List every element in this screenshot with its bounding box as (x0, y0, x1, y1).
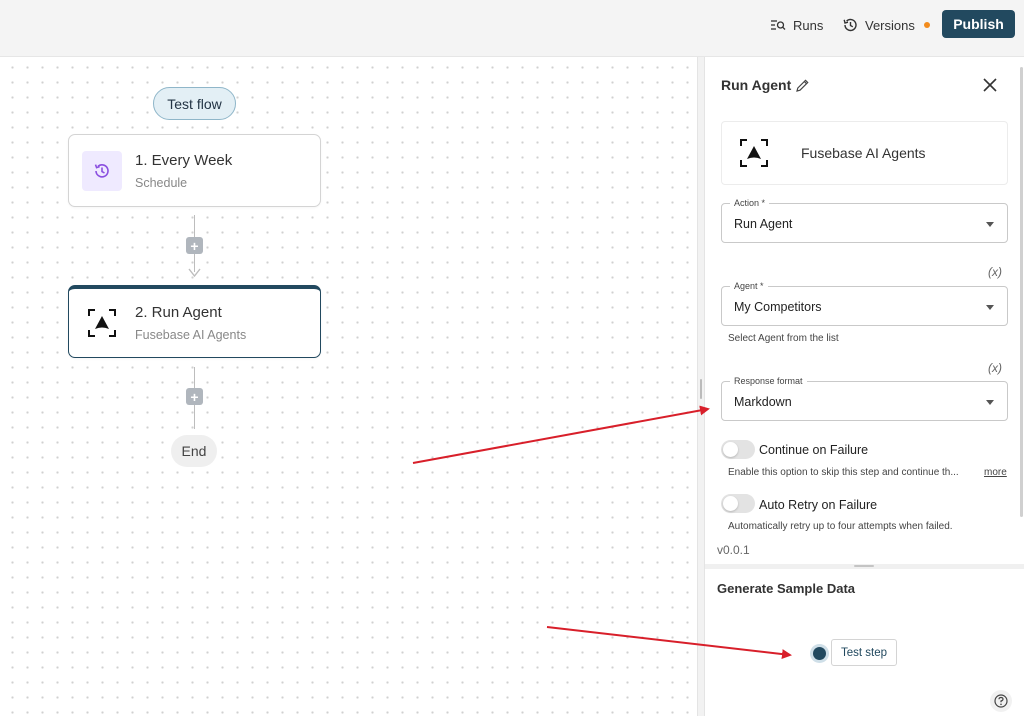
piece-name: Fusebase AI Agents (801, 145, 926, 161)
versions-button[interactable]: Versions (842, 15, 930, 35)
unpublished-changes-dot (923, 22, 930, 28)
step-subtitle: Schedule (135, 175, 188, 190)
test-step-button[interactable]: Test step (831, 639, 897, 666)
step-title: 1. Every Week (135, 151, 233, 169)
sample-data-resize-bar[interactable] (705, 564, 1024, 569)
sample-data-title: Generate Sample Data (717, 581, 856, 596)
chevron-down-icon (986, 305, 994, 310)
connector-line (194, 405, 195, 429)
runs-button[interactable]: Runs (770, 15, 823, 35)
more-link[interactable]: more (984, 467, 1007, 478)
auto-retry-helper: Automatically retry up to four attempts … (728, 521, 953, 532)
runs-list-search-icon (771, 20, 786, 30)
publish-button[interactable]: Publish (942, 10, 1015, 38)
flow-canvas[interactable]: Test flow 1. Every Week Schedule + 2. Ru… (0, 57, 697, 716)
versions-label: Versions (865, 17, 915, 33)
response-format-label: Response format (730, 376, 807, 386)
panel-title-text: Run Agent (721, 77, 792, 93)
test-flow-button[interactable]: Test flow (153, 87, 236, 120)
close-icon[interactable] (981, 76, 999, 94)
flow-step-run-agent[interactable]: 2. Run Agent Fusebase AI Agents (68, 285, 321, 358)
add-step-button[interactable]: + (186, 388, 203, 405)
add-step-button[interactable]: + (186, 237, 203, 254)
fusebase-agent-icon (738, 137, 770, 169)
connector-arrow-icon (188, 268, 201, 278)
agent-value: My Competitors (734, 300, 822, 314)
flow-step-every-week[interactable]: 1. Every Week Schedule (68, 134, 321, 207)
step-settings-panel: Run Agent Fusebase AI Agents Action * Ru… (705, 57, 1024, 716)
response-format-select[interactable]: Response format Markdown (721, 376, 1008, 421)
step-title: 2. Run Agent (135, 304, 222, 321)
auto-retry-label: Auto Retry on Failure (759, 498, 878, 512)
panel-title[interactable]: Run Agent (721, 77, 810, 93)
top-bar: Runs Versions Publish (0, 0, 1024, 57)
auto-retry-toggle[interactable] (721, 494, 755, 513)
panel-resize-divider[interactable] (697, 57, 705, 716)
response-format-dynamic-value-toggle[interactable]: (x) (988, 361, 1002, 375)
step-subtitle: Fusebase AI Agents (135, 328, 247, 342)
question-circle-icon (994, 694, 1008, 708)
piece-card: Fusebase AI Agents (721, 121, 1008, 185)
panel-scrollbar[interactable] (1020, 67, 1023, 517)
agent-label: Agent * (730, 281, 768, 291)
runs-label: Runs (793, 17, 824, 33)
history-icon (843, 18, 857, 32)
resize-handle[interactable] (854, 565, 874, 567)
action-label: Action * (730, 198, 770, 208)
response-format-value: Markdown (734, 395, 792, 409)
pencil-icon[interactable] (795, 78, 810, 93)
clock-refresh-icon (82, 150, 122, 191)
chevron-down-icon (986, 400, 994, 405)
continue-on-failure-label: Continue on Failure (759, 443, 869, 457)
test-status-indicator (813, 647, 826, 660)
action-select[interactable]: Action * Run Agent (721, 198, 1008, 243)
agent-helper-text: Select Agent from the list (728, 333, 839, 344)
chevron-down-icon (986, 222, 994, 227)
piece-version: v0.0.1 (717, 543, 750, 557)
action-value: Run Agent (734, 217, 793, 231)
continue-on-failure-toggle[interactable] (721, 440, 755, 459)
resize-handle[interactable] (700, 379, 702, 399)
end-node: End (171, 435, 217, 467)
help-button[interactable] (990, 690, 1012, 712)
agent-dynamic-value-toggle[interactable]: (x) (988, 265, 1002, 279)
continue-on-failure-helper: Enable this option to skip this step and… (728, 467, 959, 478)
fusebase-agent-icon (82, 303, 122, 343)
agent-select[interactable]: Agent * My Competitors (721, 281, 1008, 326)
